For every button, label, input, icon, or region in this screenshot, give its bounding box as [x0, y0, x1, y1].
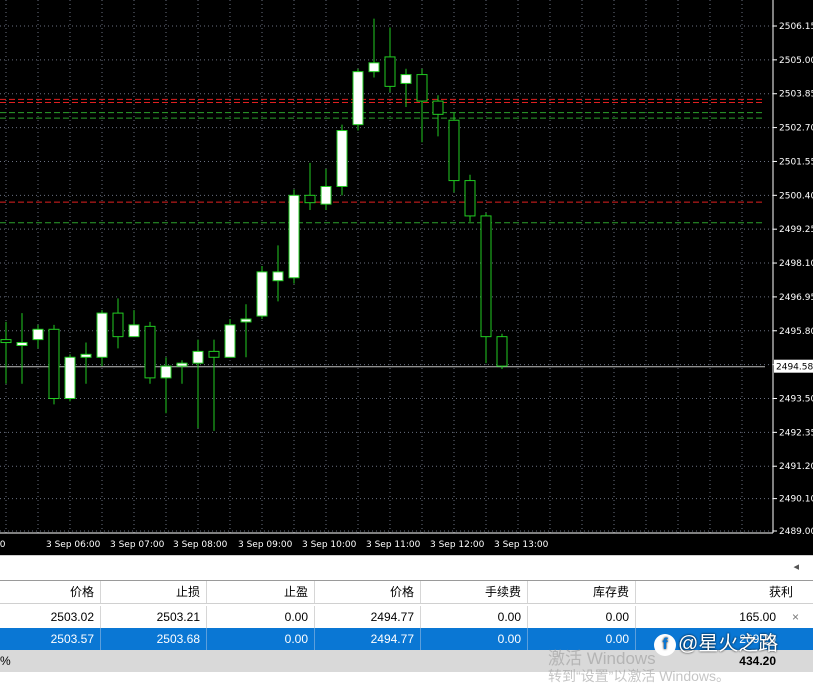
candle-body-up — [368, 62, 380, 73]
cell-swap: 0.00 — [528, 606, 636, 628]
candle-body-down — [0, 339, 12, 344]
cell-commission: 0.00 — [421, 606, 528, 628]
candle-body-up — [288, 194, 300, 279]
candle-body-up — [128, 324, 140, 338]
table-header-row: 价格 止损 止盈 价格 手续费 库存费 获利 — [0, 581, 813, 604]
header-swap[interactable]: 库存费 — [528, 581, 636, 603]
chart-scroll-strip[interactable]: ◂ — [0, 555, 813, 578]
y-tick-label: 2498.10 — [779, 259, 813, 269]
y-tick-label: 2501.55 — [779, 157, 813, 167]
y-tick-label: 2506.15 — [779, 22, 813, 32]
candle-body-down — [144, 325, 156, 379]
price-chart[interactable]: 2506.15 2505.00 2503.85 2502.70 2501.55 2500.… — [0, 0, 813, 555]
total-percent-fragment: % — [0, 654, 11, 668]
candle-body-up — [224, 324, 236, 358]
cell-price-open: 2503.57 — [0, 628, 101, 650]
candle-body-down — [48, 328, 60, 399]
y-tick-label: 2499.25 — [779, 225, 813, 235]
candle-body-up — [64, 356, 76, 399]
candle-body-up — [240, 318, 252, 323]
candle-body-down — [384, 56, 396, 87]
x-tick-label: 3 Sep 11:00 — [366, 540, 421, 550]
candle-body-up — [272, 271, 284, 282]
candle-body-up — [256, 271, 268, 317]
x-tick-label: 00 — [0, 540, 6, 550]
cell-take-profit: 0.00 — [207, 628, 315, 650]
brand-watermark: f @星火之路 — [654, 628, 778, 660]
y-tick-label: 2500.40 — [779, 191, 813, 201]
table-row[interactable]: 2503.02 2503.21 0.00 2494.77 0.00 0.00 1… — [0, 606, 813, 628]
y-tick-label: 2493.50 — [779, 394, 813, 404]
candle-body-down — [208, 350, 220, 358]
x-tick-label: 3 Sep 06:00 — [46, 540, 101, 550]
activation-watermark-line2: 转到“设置”以激活 Windows。 — [548, 668, 731, 684]
candle-body-up — [400, 74, 412, 84]
header-commission[interactable]: 手续费 — [421, 581, 528, 603]
x-tick-label: 3 Sep 10:00 — [302, 540, 357, 550]
candle-body-down — [112, 312, 124, 338]
cell-commission: 0.00 — [421, 628, 528, 650]
cell-price-current: 2494.77 — [315, 628, 421, 650]
header-profit[interactable]: 获利 — [636, 581, 799, 603]
header-price-open[interactable]: 价格 — [0, 581, 101, 603]
header-stop-loss[interactable]: 止损 — [101, 581, 207, 603]
candle-body-down — [464, 180, 476, 217]
y-tick-label: 2503.85 — [779, 90, 813, 100]
x-tick-label: 3 Sep 09:00 — [238, 540, 293, 550]
y-tick-label: 2505.00 — [779, 56, 813, 66]
candle-body-up — [32, 328, 44, 341]
candle-body-up — [16, 342, 28, 346]
y-tick-label: 2490.10 — [779, 495, 813, 505]
brand-logo-icon: f — [654, 633, 676, 656]
candle-body-down — [304, 194, 316, 204]
candle-body-up — [96, 312, 108, 358]
y-tick-label: 2489.00 — [779, 527, 813, 537]
header-price-current[interactable]: 价格 — [315, 581, 421, 603]
candle-body-up — [320, 185, 332, 205]
y-tick-label: 2492.35 — [779, 428, 813, 438]
y-tick-label: 2495.80 — [779, 327, 813, 337]
x-tick-label: 3 Sep 08:00 — [173, 540, 228, 550]
cell-price-current: 2494.77 — [315, 606, 421, 628]
candle-body-up — [160, 365, 172, 379]
y-tick-label: 2502.70 — [779, 124, 813, 134]
candle-body-up — [192, 350, 204, 364]
cell-stop-loss: 2503.21 — [101, 606, 207, 628]
close-position-icon[interactable]: × — [792, 606, 799, 628]
x-tick-label: 3 Sep 13:00 — [494, 540, 549, 550]
cell-price-open: 2503.02 — [0, 606, 101, 628]
scroll-left-arrow-icon[interactable]: ◂ — [793, 560, 799, 573]
x-tick-label: 3 Sep 12:00 — [430, 540, 485, 550]
candle-body-up — [336, 130, 348, 187]
cell-take-profit: 0.00 — [207, 606, 315, 628]
brand-handle: @星火之路 — [678, 633, 779, 655]
candle-body-down — [496, 336, 508, 367]
x-tick-label: 3 Sep 07:00 — [110, 540, 165, 550]
candle-body-up — [80, 353, 92, 358]
header-take-profit[interactable]: 止盈 — [207, 581, 315, 603]
candle-body-down — [448, 119, 460, 182]
cell-profit: 165.00 — [739, 610, 776, 624]
candle-body-up — [176, 362, 188, 367]
cell-stop-loss: 2503.68 — [101, 628, 207, 650]
candlestick-chart-svg[interactable]: 2506.15 2505.00 2503.85 2502.70 2501.55 2500.… — [0, 0, 813, 555]
candle-body-down — [480, 215, 492, 338]
y-tick-label: 2496.95 — [779, 293, 813, 303]
current-price-label: 2494.58 — [776, 363, 813, 373]
candle-body-down — [432, 100, 444, 115]
candle-body-down — [416, 74, 428, 102]
candle-body-up — [352, 71, 364, 126]
y-tick-label: 2491.20 — [779, 462, 813, 472]
